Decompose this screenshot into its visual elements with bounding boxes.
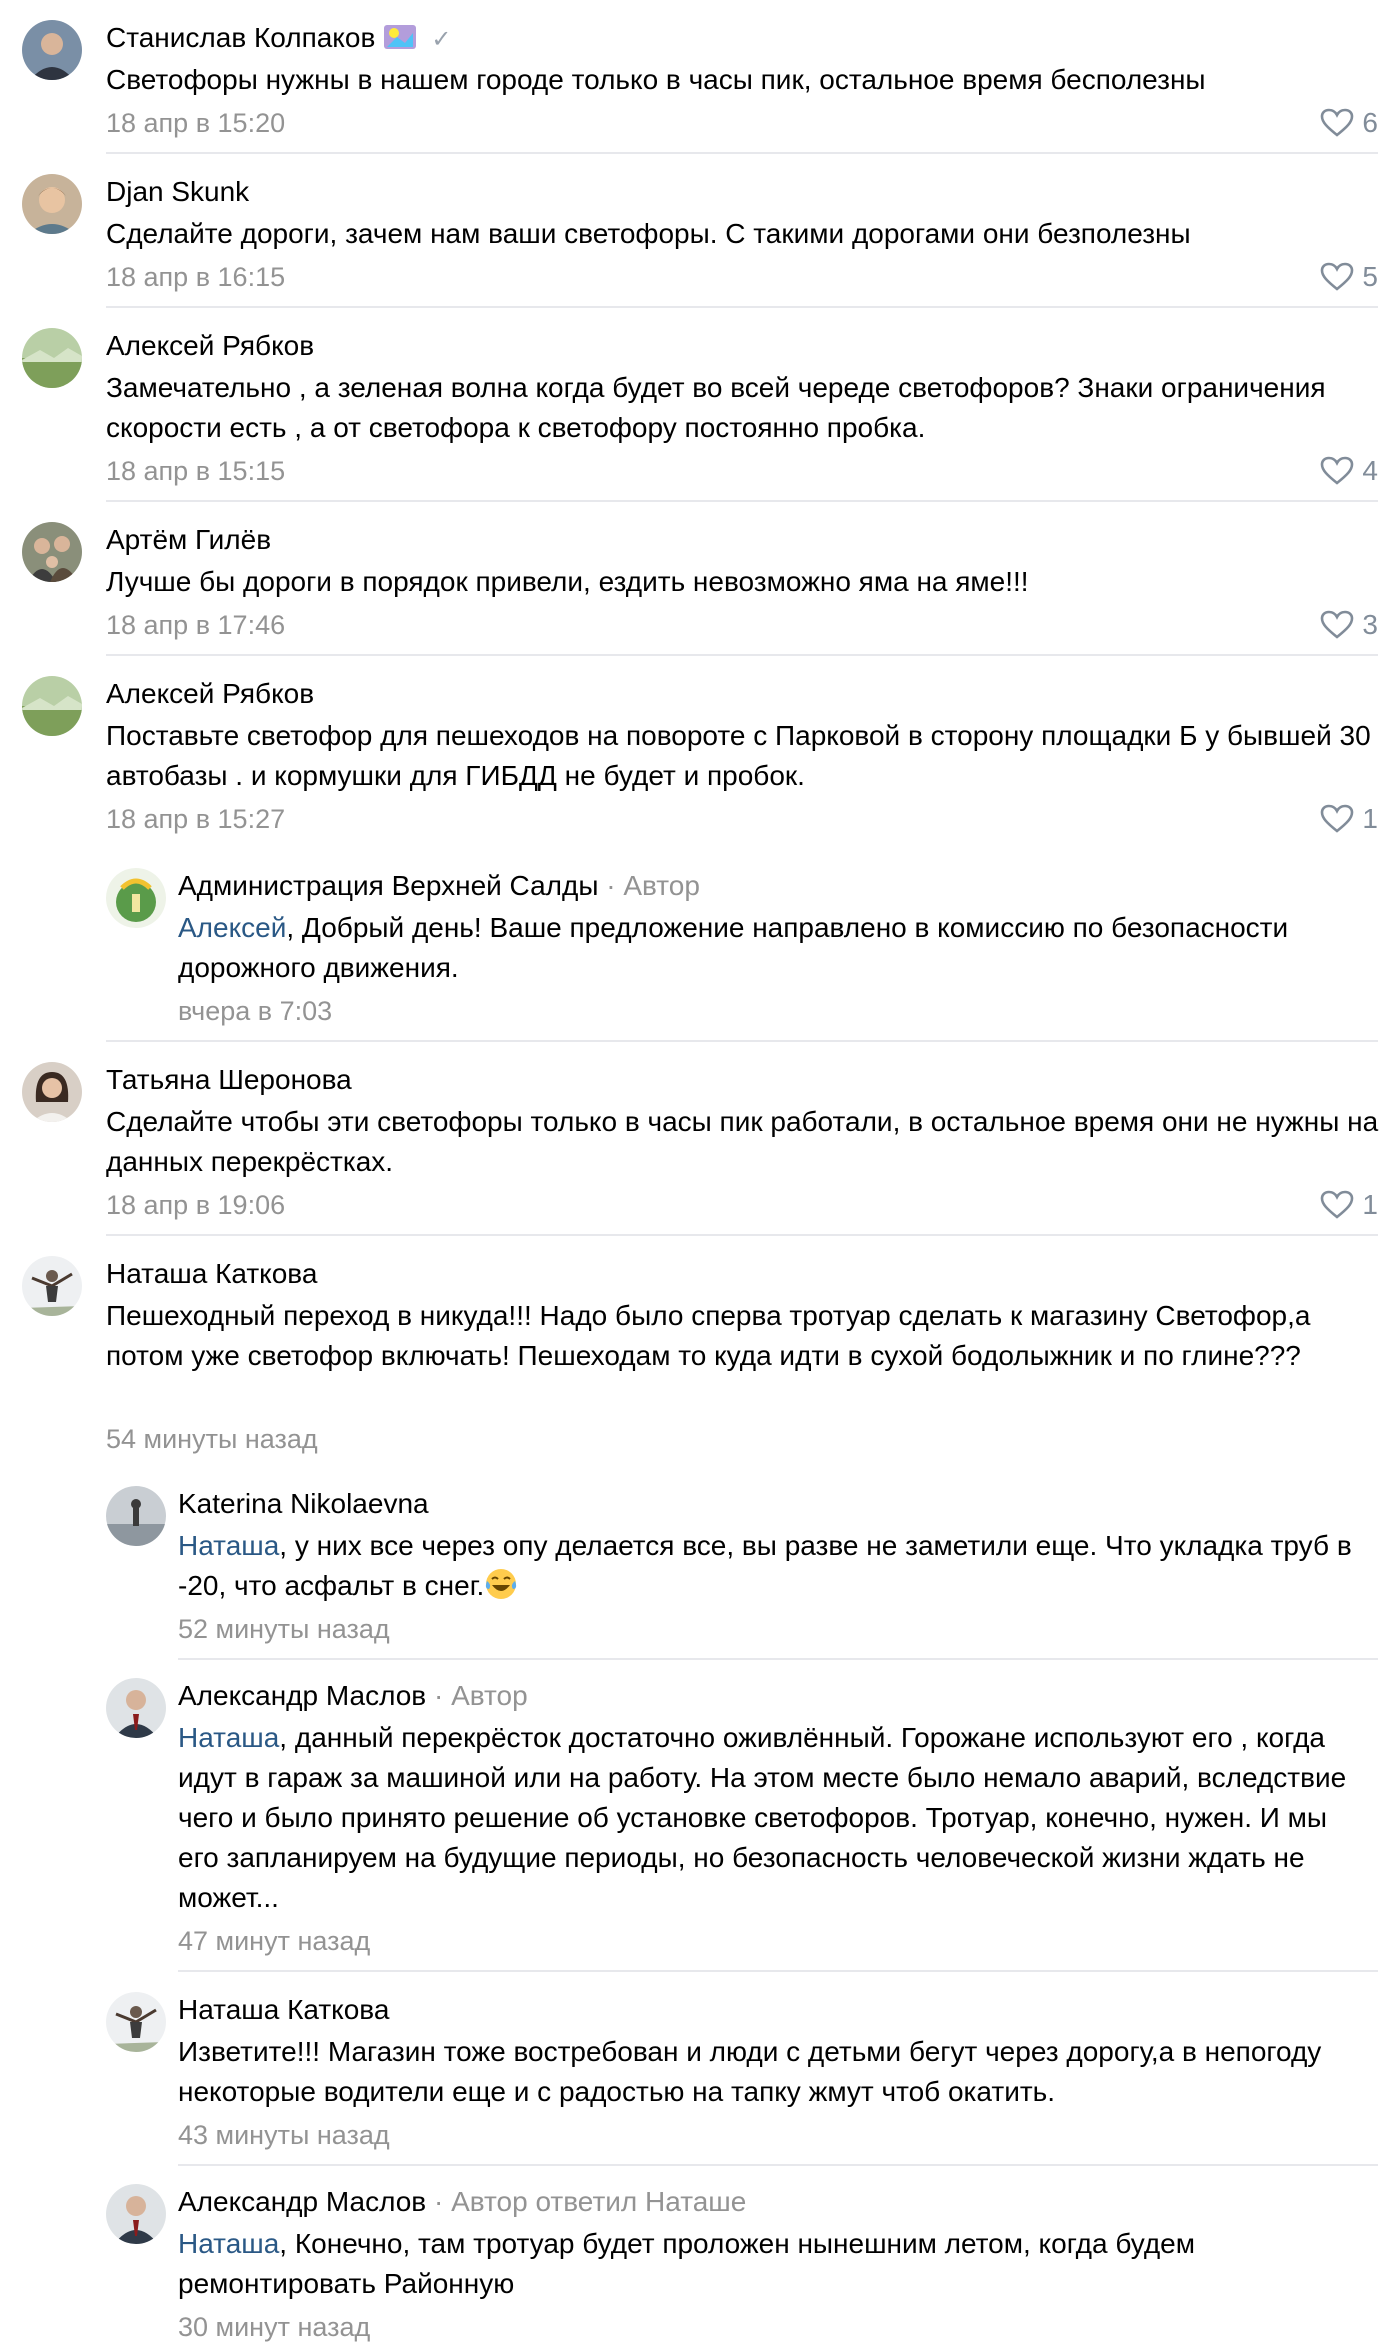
comment-author[interactable]: Администрация Верхней Салды · Автор	[178, 868, 700, 904]
comment-date[interactable]: 18 апр в 15:20	[106, 106, 285, 140]
divider	[106, 1040, 1378, 1042]
mention-link[interactable]: Наташа	[178, 1722, 279, 1753]
mention-link[interactable]: Наташа	[178, 1530, 279, 1561]
divider	[178, 1658, 1378, 1660]
comment-date[interactable]: 54 минуты назад	[106, 1422, 318, 1456]
like-button[interactable]: 3	[1320, 608, 1378, 642]
comment-date[interactable]: 18 апр в 15:27	[106, 802, 285, 836]
like-count: 1	[1362, 1189, 1378, 1220]
comment-text: Лучше бы дороги в порядок привели, ездит…	[106, 566, 1029, 597]
like-count: 6	[1362, 107, 1378, 138]
comment-text: Сделайте чтобы эти светофоры только в ча…	[106, 1106, 1379, 1177]
comment-author[interactable]: Katerina Nikolaevna	[178, 1486, 429, 1522]
heart-icon	[1321, 804, 1354, 833]
comment-author[interactable]: Наташа Каткова	[106, 1256, 317, 1292]
heart-icon	[1321, 262, 1354, 291]
avatar[interactable]	[22, 20, 82, 80]
avatar[interactable]	[22, 1062, 82, 1122]
reply-to-link[interactable]: ответил Наташе	[535, 2186, 746, 2217]
comment-author[interactable]: Артём Гилёв	[106, 522, 271, 558]
avatar[interactable]	[22, 174, 82, 234]
mention-link[interactable]: Наташа	[178, 2228, 279, 2259]
comment-date[interactable]: 47 минут назад	[178, 1924, 370, 1958]
comment-date[interactable]: вчера в 7:03	[178, 994, 332, 1028]
comment-date[interactable]: 18 апр в 19:06	[106, 1188, 285, 1222]
divider	[178, 1970, 1378, 1972]
avatar-boy-icon	[22, 174, 82, 234]
avatar-person-icon	[22, 1256, 82, 1316]
like-button[interactable]: 1	[1320, 802, 1378, 836]
comment-text: Наташа, Конечно, там тротуар будет проло…	[178, 2228, 1195, 2299]
comment-text: Наташа, данный перекрёсток достаточно ож…	[178, 1722, 1347, 1913]
divider	[106, 306, 1378, 308]
comment-author[interactable]: Татьяна Шеронова	[106, 1062, 352, 1098]
comment-date[interactable]: 18 апр в 17:46	[106, 608, 285, 642]
comment-text: Замечательно , а зеленая волна когда буд…	[106, 372, 1326, 443]
comment-author[interactable]: Djan Skunk	[106, 174, 249, 210]
avatar-person-icon	[106, 1992, 166, 2052]
divider	[106, 500, 1378, 502]
comment-text: Алексей, Добрый день! Ваше предложение н…	[178, 912, 1289, 983]
avatar[interactable]	[22, 328, 82, 388]
comment-text: Наташа, у них все через опу делается все…	[178, 1530, 1352, 1601]
avatar[interactable]	[106, 1678, 166, 1738]
avatar[interactable]	[22, 522, 82, 582]
avatar-woman-icon	[22, 1062, 82, 1122]
divider	[178, 2164, 1378, 2166]
comment-author[interactable]: Наташа Каткова	[178, 1992, 389, 2028]
avatar-emblem-icon	[106, 868, 166, 928]
comment-text: Изветите!!! Магазин тоже востребован и л…	[178, 2036, 1322, 2107]
avatar-man-icon	[22, 20, 82, 80]
comment-text: Пешеходный переход в никуда!!! Надо было…	[106, 1300, 1311, 1371]
comment-date[interactable]: 52 минуты назад	[178, 1612, 390, 1646]
avatar[interactable]	[106, 1992, 166, 2052]
like-button[interactable]: 5	[1320, 260, 1378, 294]
comment-date[interactable]: 43 минуты назад	[178, 2118, 390, 2152]
avatar-silhouette-icon	[106, 1486, 166, 1546]
like-count: 4	[1362, 455, 1378, 486]
divider	[106, 152, 1378, 154]
like-button[interactable]: 1	[1320, 1188, 1378, 1222]
heart-icon	[1321, 456, 1354, 485]
heart-icon	[1321, 108, 1354, 137]
author-tag: · Автор	[598, 870, 700, 901]
comment-author[interactable]: Александр Маслов · Автор ответил Наташе	[178, 2184, 746, 2220]
avatar-family-icon	[22, 522, 82, 582]
comments-feed: Станислав Колпаков ✓ Светофоры нужны в на…	[0, 0, 1400, 2344]
like-count: 3	[1362, 609, 1378, 640]
avatar-landscape-icon	[22, 676, 82, 736]
like-button[interactable]: 6	[1320, 106, 1378, 140]
tears-of-joy-emoji-icon	[486, 1569, 517, 1599]
divider	[106, 654, 1378, 656]
like-count: 1	[1362, 803, 1378, 834]
author-tag: · Автор	[426, 1680, 528, 1711]
avatar-landscape-icon	[22, 328, 82, 388]
like-count: 5	[1362, 261, 1378, 292]
avatar[interactable]	[106, 1486, 166, 1546]
like-button[interactable]: 4	[1320, 454, 1378, 488]
avatar[interactable]	[22, 676, 82, 736]
heart-icon	[1321, 610, 1354, 639]
comment-date[interactable]: 18 апр в 15:15	[106, 454, 285, 488]
verified-check-icon: ✓	[431, 26, 452, 53]
avatar[interactable]	[106, 2184, 166, 2244]
comment-author[interactable]: Станислав Колпаков ✓	[106, 20, 451, 60]
comment-date[interactable]: 30 минут назад	[178, 2310, 370, 2344]
heart-icon	[1321, 1190, 1354, 1219]
divider	[106, 1234, 1378, 1236]
mention-link[interactable]: Алексей	[178, 912, 286, 943]
avatar-suit-icon	[106, 1678, 166, 1738]
comment-date[interactable]: 18 апр в 16:15	[106, 260, 285, 294]
art-badge-icon	[383, 23, 417, 60]
author-tag: · Автор	[426, 2186, 528, 2217]
comment-author[interactable]: Александр Маслов · Автор	[178, 1678, 528, 1714]
comment-author[interactable]: Алексей Рябков	[106, 676, 314, 712]
comment-text: Поставьте светофор для пешеходов на пово…	[106, 720, 1371, 791]
avatar-suit-icon	[106, 2184, 166, 2244]
avatar[interactable]	[22, 1256, 82, 1316]
avatar[interactable]	[106, 868, 166, 928]
comment-text: Светофоры нужны в нашем городе только в …	[106, 64, 1206, 95]
comment-text: Сделайте дороги, зачем нам ваши светофор…	[106, 218, 1191, 249]
comment-author[interactable]: Алексей Рябков	[106, 328, 314, 364]
